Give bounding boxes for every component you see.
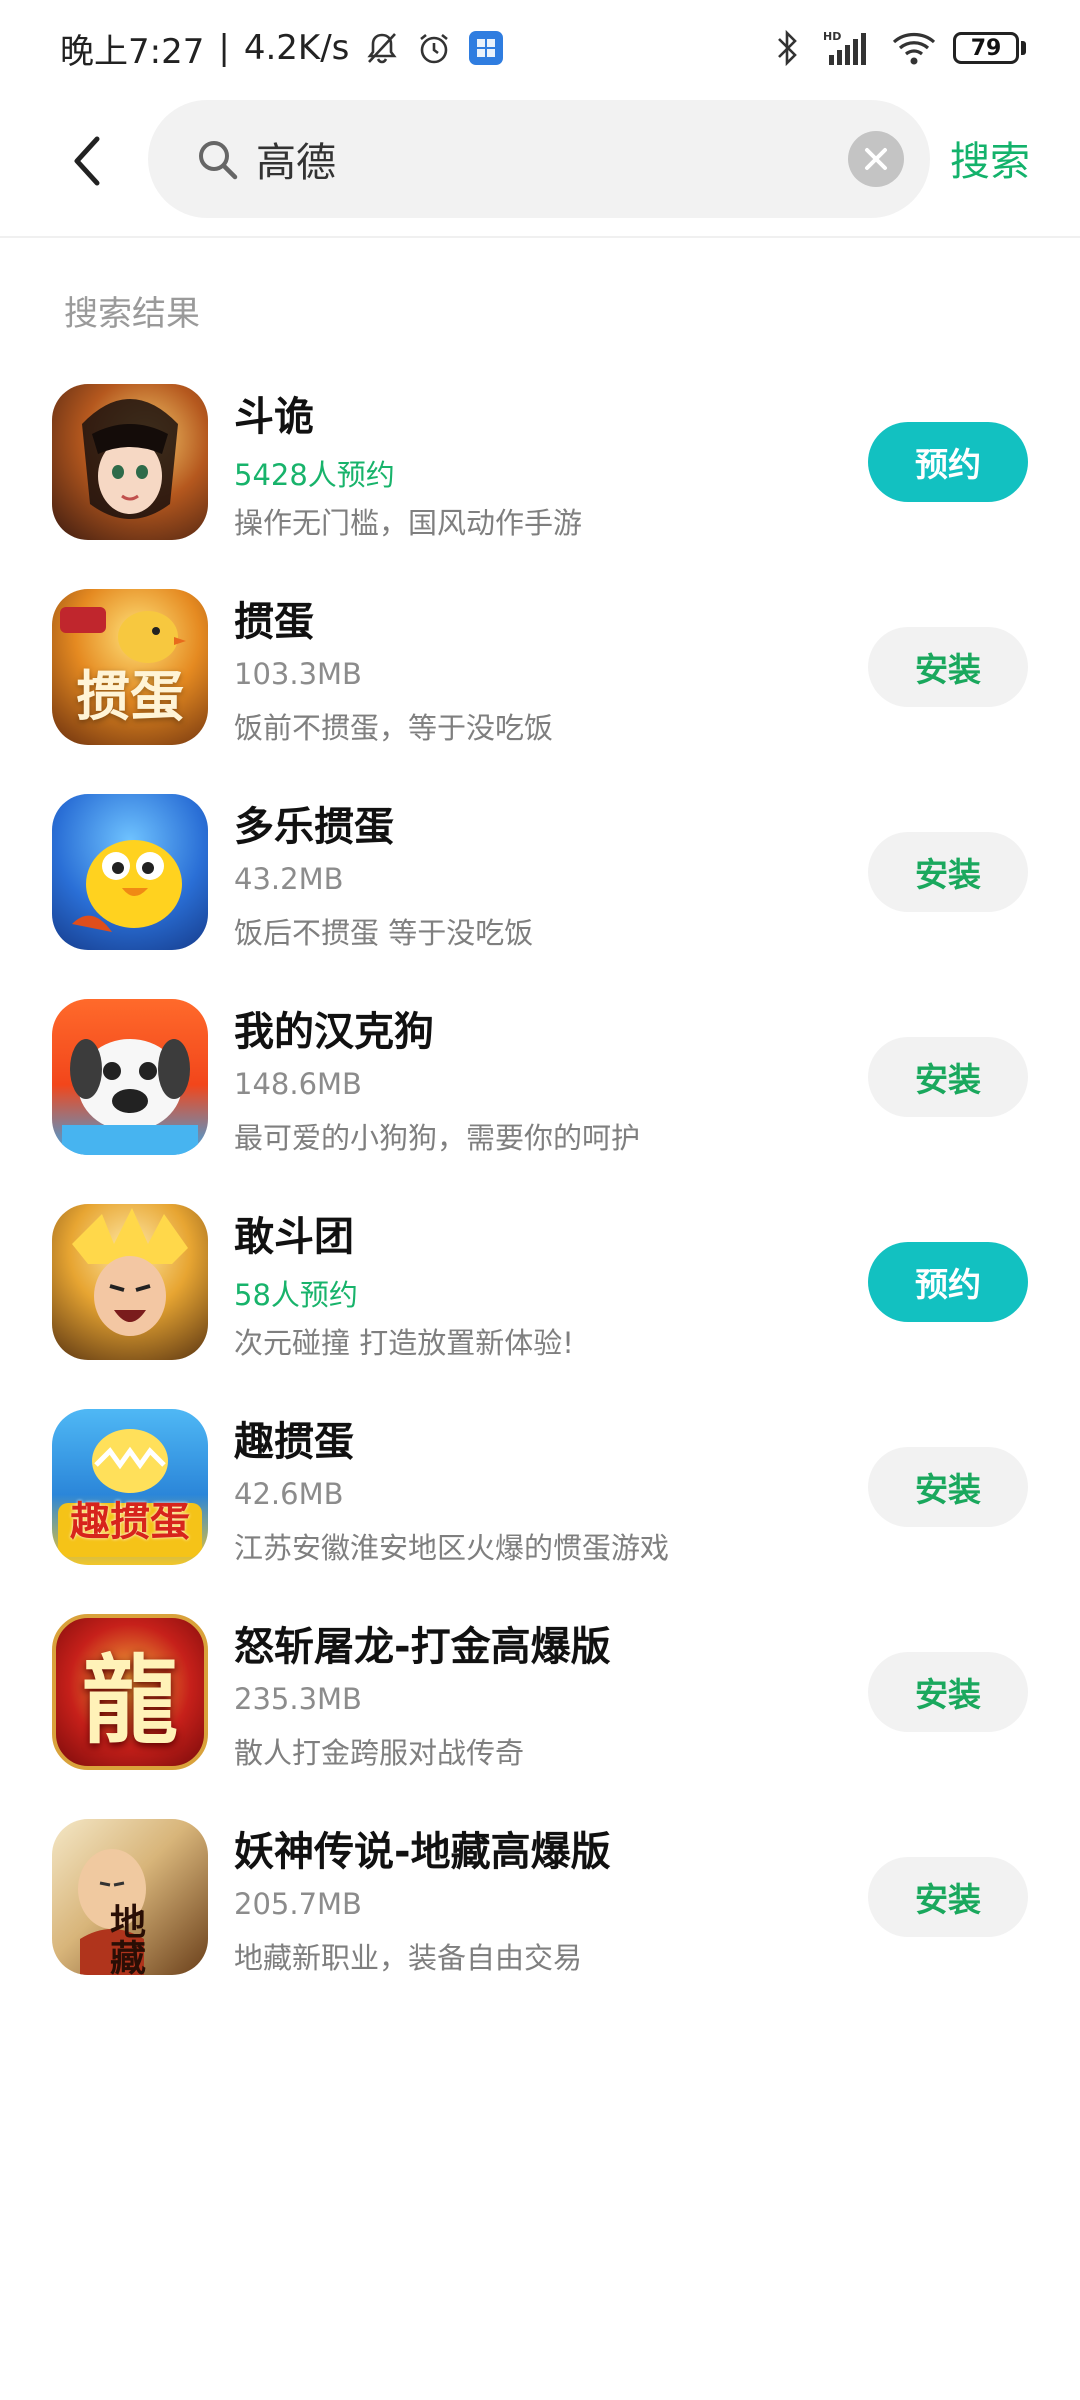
app-name: 趣掼蛋	[234, 1419, 354, 1465]
guandan-game-icon[interactable]: 掼蛋	[52, 589, 208, 745]
hd-label: HD	[823, 30, 841, 43]
wifi-icon	[891, 29, 937, 67]
section-title: 搜索结果	[64, 294, 200, 334]
battery-icon: 79	[953, 32, 1026, 64]
install-button[interactable]: 安装	[868, 1447, 1028, 1527]
search-results-list: 斗诡 5428人预约 操作无门槛，国风动作手游 预约 掼蛋 掼蛋 103.3MB…	[0, 372, 1080, 2012]
battery-level: 79	[953, 32, 1019, 64]
status-bar: 晚上7:27 | 4.2K/s HD 79	[0, 0, 1080, 96]
status-left: 晚上7:27 | 4.2K/s	[60, 24, 505, 73]
install-button[interactable]: 安装	[868, 1652, 1028, 1732]
reserve-button[interactable]: 预约	[868, 1242, 1028, 1322]
reserve-button[interactable]: 预约	[868, 422, 1028, 502]
back-button[interactable]	[52, 126, 122, 196]
bluetooth-icon	[769, 29, 807, 67]
search-submit-button[interactable]: 搜索	[950, 126, 1030, 190]
app-size: 235.3MB	[234, 1682, 362, 1716]
app-square-icon	[467, 29, 505, 67]
dizang-icon-text: 地藏	[104, 1903, 146, 1975]
app-name: 斗诡	[234, 394, 314, 440]
result-item[interactable]: 龍 怒斩屠龙-打金高爆版 235.3MB 散人打金跨服对战传奇 安装	[0, 1602, 1080, 1807]
app-size: 43.2MB	[234, 862, 344, 896]
app-description: 次元碰撞 打造放置新体验!	[234, 1326, 574, 1360]
search-input[interactable]	[256, 136, 848, 182]
app-description: 操作无门槛，国风动作手游	[234, 506, 583, 540]
close-icon	[865, 148, 887, 170]
app-name: 妖神传说-地藏高爆版	[234, 1829, 611, 1875]
hank-dog-icon[interactable]	[52, 999, 208, 1155]
search-header: 搜索	[0, 96, 1080, 238]
alarm-icon	[415, 29, 453, 67]
app-description: 饭前不掼蛋，等于没吃饭	[234, 711, 554, 745]
app-size: 42.6MB	[234, 1477, 344, 1511]
qu-guandan-icon-text: 趣掼蛋	[70, 1498, 190, 1545]
clear-search-button[interactable]	[848, 131, 904, 187]
result-item[interactable]: 掼蛋 掼蛋 103.3MB 饭前不掼蛋，等于没吃饭 安装	[0, 577, 1080, 782]
status-time: 晚上7:27	[60, 31, 205, 72]
result-item[interactable]: 地藏 妖神传说-地藏高爆版 205.7MB 地藏新职业，装备自由交易 安装	[0, 1807, 1080, 2012]
reservation-count: 5428人预约	[234, 458, 395, 492]
network-speed: 4.2K/s	[243, 28, 350, 68]
dizang-monk-icon[interactable]: 地藏	[52, 1819, 208, 1975]
app-size: 103.3MB	[234, 657, 362, 691]
dragon-character-icon[interactable]: 龍	[52, 1614, 208, 1770]
app-size: 148.6MB	[234, 1067, 362, 1101]
dragon-icon-text: 龍	[82, 1643, 178, 1757]
status-right: HD 79	[769, 29, 1026, 67]
install-button[interactable]: 安装	[868, 1857, 1028, 1937]
signal-icon: HD	[823, 29, 875, 67]
install-button[interactable]: 安装	[868, 832, 1028, 912]
app-description: 散人打金跨服对战传奇	[234, 1736, 525, 1770]
result-item[interactable]: 敢斗团 58人预约 次元碰撞 打造放置新体验! 预约	[0, 1192, 1080, 1397]
app-description: 地藏新职业，装备自由交易	[234, 1941, 583, 1975]
app-description: 饭后不掼蛋 等于没吃饭	[234, 916, 534, 950]
app-description: 最可爱的小狗狗，需要你的呵护	[234, 1121, 641, 1155]
result-item[interactable]: 斗诡 5428人预约 操作无门槛，国风动作手游 预约	[0, 372, 1080, 577]
search-box[interactable]	[148, 100, 930, 218]
reservation-count: 58人预约	[234, 1278, 358, 1312]
status-separator: |	[218, 28, 230, 68]
gandoutuan-hero-icon[interactable]	[52, 1204, 208, 1360]
douyi-game-icon[interactable]	[52, 384, 208, 540]
install-button[interactable]: 安装	[868, 1037, 1028, 1117]
app-name: 敢斗团	[234, 1214, 354, 1260]
app-name: 我的汉克狗	[234, 1009, 434, 1055]
app-description: 江苏安徽淮安地区火爆的惯蛋游戏	[234, 1531, 670, 1565]
duole-chick-icon[interactable]	[52, 794, 208, 950]
app-name: 多乐掼蛋	[234, 804, 394, 850]
result-item[interactable]: 多乐掼蛋 43.2MB 饭后不掼蛋 等于没吃饭 安装	[0, 782, 1080, 987]
guandan-icon-text: 掼蛋	[76, 664, 184, 728]
qu-guandan-icon[interactable]: 趣掼蛋	[52, 1409, 208, 1565]
search-icon	[194, 136, 240, 182]
app-name: 怒斩屠龙-打金高爆版	[234, 1624, 611, 1670]
app-name: 掼蛋	[234, 599, 314, 645]
back-arrow-icon	[74, 136, 100, 186]
install-button[interactable]: 安装	[868, 627, 1028, 707]
result-item[interactable]: 趣掼蛋 趣掼蛋 42.6MB 江苏安徽淮安地区火爆的惯蛋游戏 安装	[0, 1397, 1080, 1602]
mute-icon	[363, 29, 401, 67]
app-size: 205.7MB	[234, 1887, 362, 1921]
result-item[interactable]: 我的汉克狗 148.6MB 最可爱的小狗狗，需要你的呵护 安装	[0, 987, 1080, 1192]
